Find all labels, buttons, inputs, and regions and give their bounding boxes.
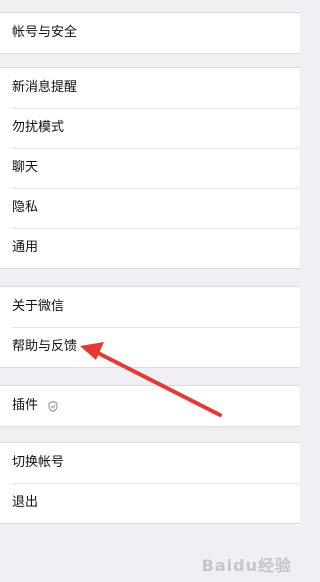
settings-item-switch-account[interactable]: 切换帐号	[0, 443, 300, 483]
settings-item-label: 关于微信	[12, 299, 65, 314]
settings-item-label: 插件	[12, 398, 39, 413]
settings-item-label: 帐号与安全	[12, 25, 78, 40]
settings-item-label: 隐私	[12, 200, 39, 215]
settings-page: 帐号与安全 新消息提醒 勿扰模式 聊天 隐私 通用 关于微信 帮助与反馈 插件	[0, 0, 300, 582]
settings-item-logout[interactable]: 退出	[0, 483, 300, 523]
watermark: Baidu经验	[201, 556, 292, 575]
settings-item-label: 聊天	[12, 160, 39, 175]
shield-icon	[48, 400, 58, 412]
settings-item-help-feedback[interactable]: 帮助与反馈	[0, 327, 300, 367]
settings-group-about: 关于微信 帮助与反馈	[0, 286, 300, 368]
settings-group-account: 帐号与安全	[0, 12, 300, 54]
settings-item-privacy[interactable]: 隐私	[0, 188, 300, 228]
settings-item-about-wechat[interactable]: 关于微信	[0, 287, 300, 327]
settings-item-account-security[interactable]: 帐号与安全	[0, 13, 300, 53]
settings-group-general: 新消息提醒 勿扰模式 聊天 隐私 通用	[0, 67, 300, 269]
settings-item-label: 退出	[12, 495, 39, 510]
settings-item-label: 帮助与反馈	[12, 339, 78, 354]
settings-group-session: 切换帐号 退出	[0, 442, 300, 524]
settings-item-general[interactable]: 通用	[0, 228, 300, 268]
settings-item-label: 新消息提醒	[12, 80, 78, 95]
settings-item-label: 勿扰模式	[12, 120, 65, 135]
settings-item-label: 切换帐号	[12, 455, 65, 470]
settings-item-label: 通用	[12, 240, 39, 255]
settings-item-do-not-disturb[interactable]: 勿扰模式	[0, 108, 300, 148]
settings-group-plugins: 插件	[0, 385, 300, 427]
settings-item-chat[interactable]: 聊天	[0, 148, 300, 188]
settings-item-new-message-notify[interactable]: 新消息提醒	[0, 68, 300, 108]
settings-item-plugins[interactable]: 插件	[0, 386, 300, 426]
